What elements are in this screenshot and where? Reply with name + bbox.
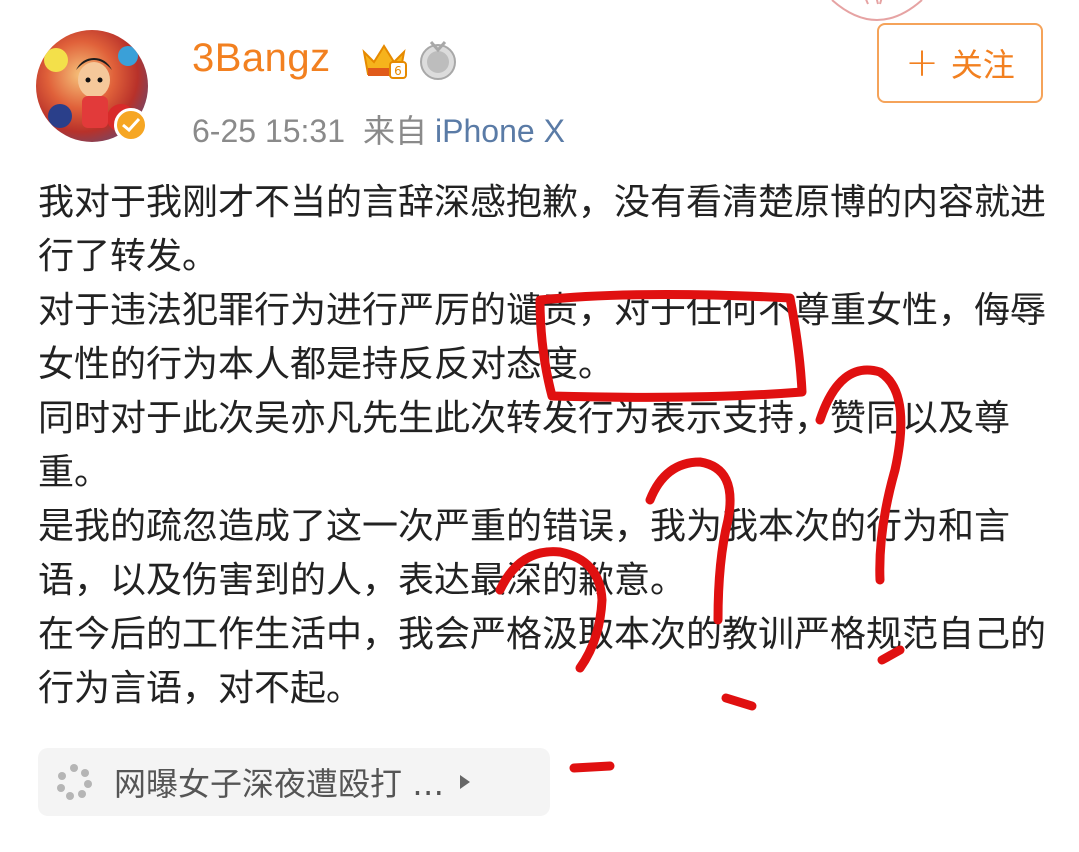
- device-link[interactable]: iPhone X: [435, 113, 565, 149]
- post-meta: 6-25 15:31 来自 iPhone X: [192, 106, 565, 152]
- source-label: 来自: [363, 113, 428, 149]
- post-paragraph: 在今后的工作生活中，我会严格汲取本次的教训严格规范自己的行为言语，对不起。: [38, 614, 1047, 709]
- post-paragraph: 我对于我刚才不当的言辞深感抱歉，没有看清楚原博的内容就进行了转发。: [38, 182, 1047, 277]
- post-body: 我对于我刚才不当的言辞深感抱歉，没有看清楚原博的内容就进行了转发。 对于违法犯罪…: [38, 176, 1048, 716]
- play-arrow-icon: [460, 775, 471, 789]
- topic-label: 网曝女子深夜遭殴打 …: [114, 765, 445, 803]
- topic-card[interactable]: 网曝女子深夜遭殴打 …: [38, 748, 550, 816]
- follow-label: 关注: [950, 46, 1015, 84]
- follow-button[interactable]: + 关注: [877, 23, 1043, 103]
- medal-icon[interactable]: [418, 38, 458, 82]
- username[interactable]: 3Bangz: [192, 36, 331, 81]
- post-paragraph: 是我的疏忽造成了这一次严重的错误，我为我本次的行为和言语，以及伤害到的人，表达最…: [38, 506, 1011, 601]
- post-paragraph: 对于违法犯罪行为进行严厉的谴责，对于任何不尊重女性，侮辱女性的行为本人都是持反反…: [38, 290, 1047, 385]
- vip-crown-icon[interactable]: 6: [360, 40, 408, 80]
- post-time: 6-25 15:31: [192, 113, 346, 149]
- post-paragraph: 同时对于此次吴亦凡先生此次转发行为表示支持，赞同以及尊重。: [38, 398, 1011, 493]
- svg-text:6: 6: [394, 64, 402, 78]
- topic-spinner-icon: [57, 764, 92, 800]
- verified-badge-icon: [114, 108, 148, 142]
- plus-icon: +: [905, 40, 939, 86]
